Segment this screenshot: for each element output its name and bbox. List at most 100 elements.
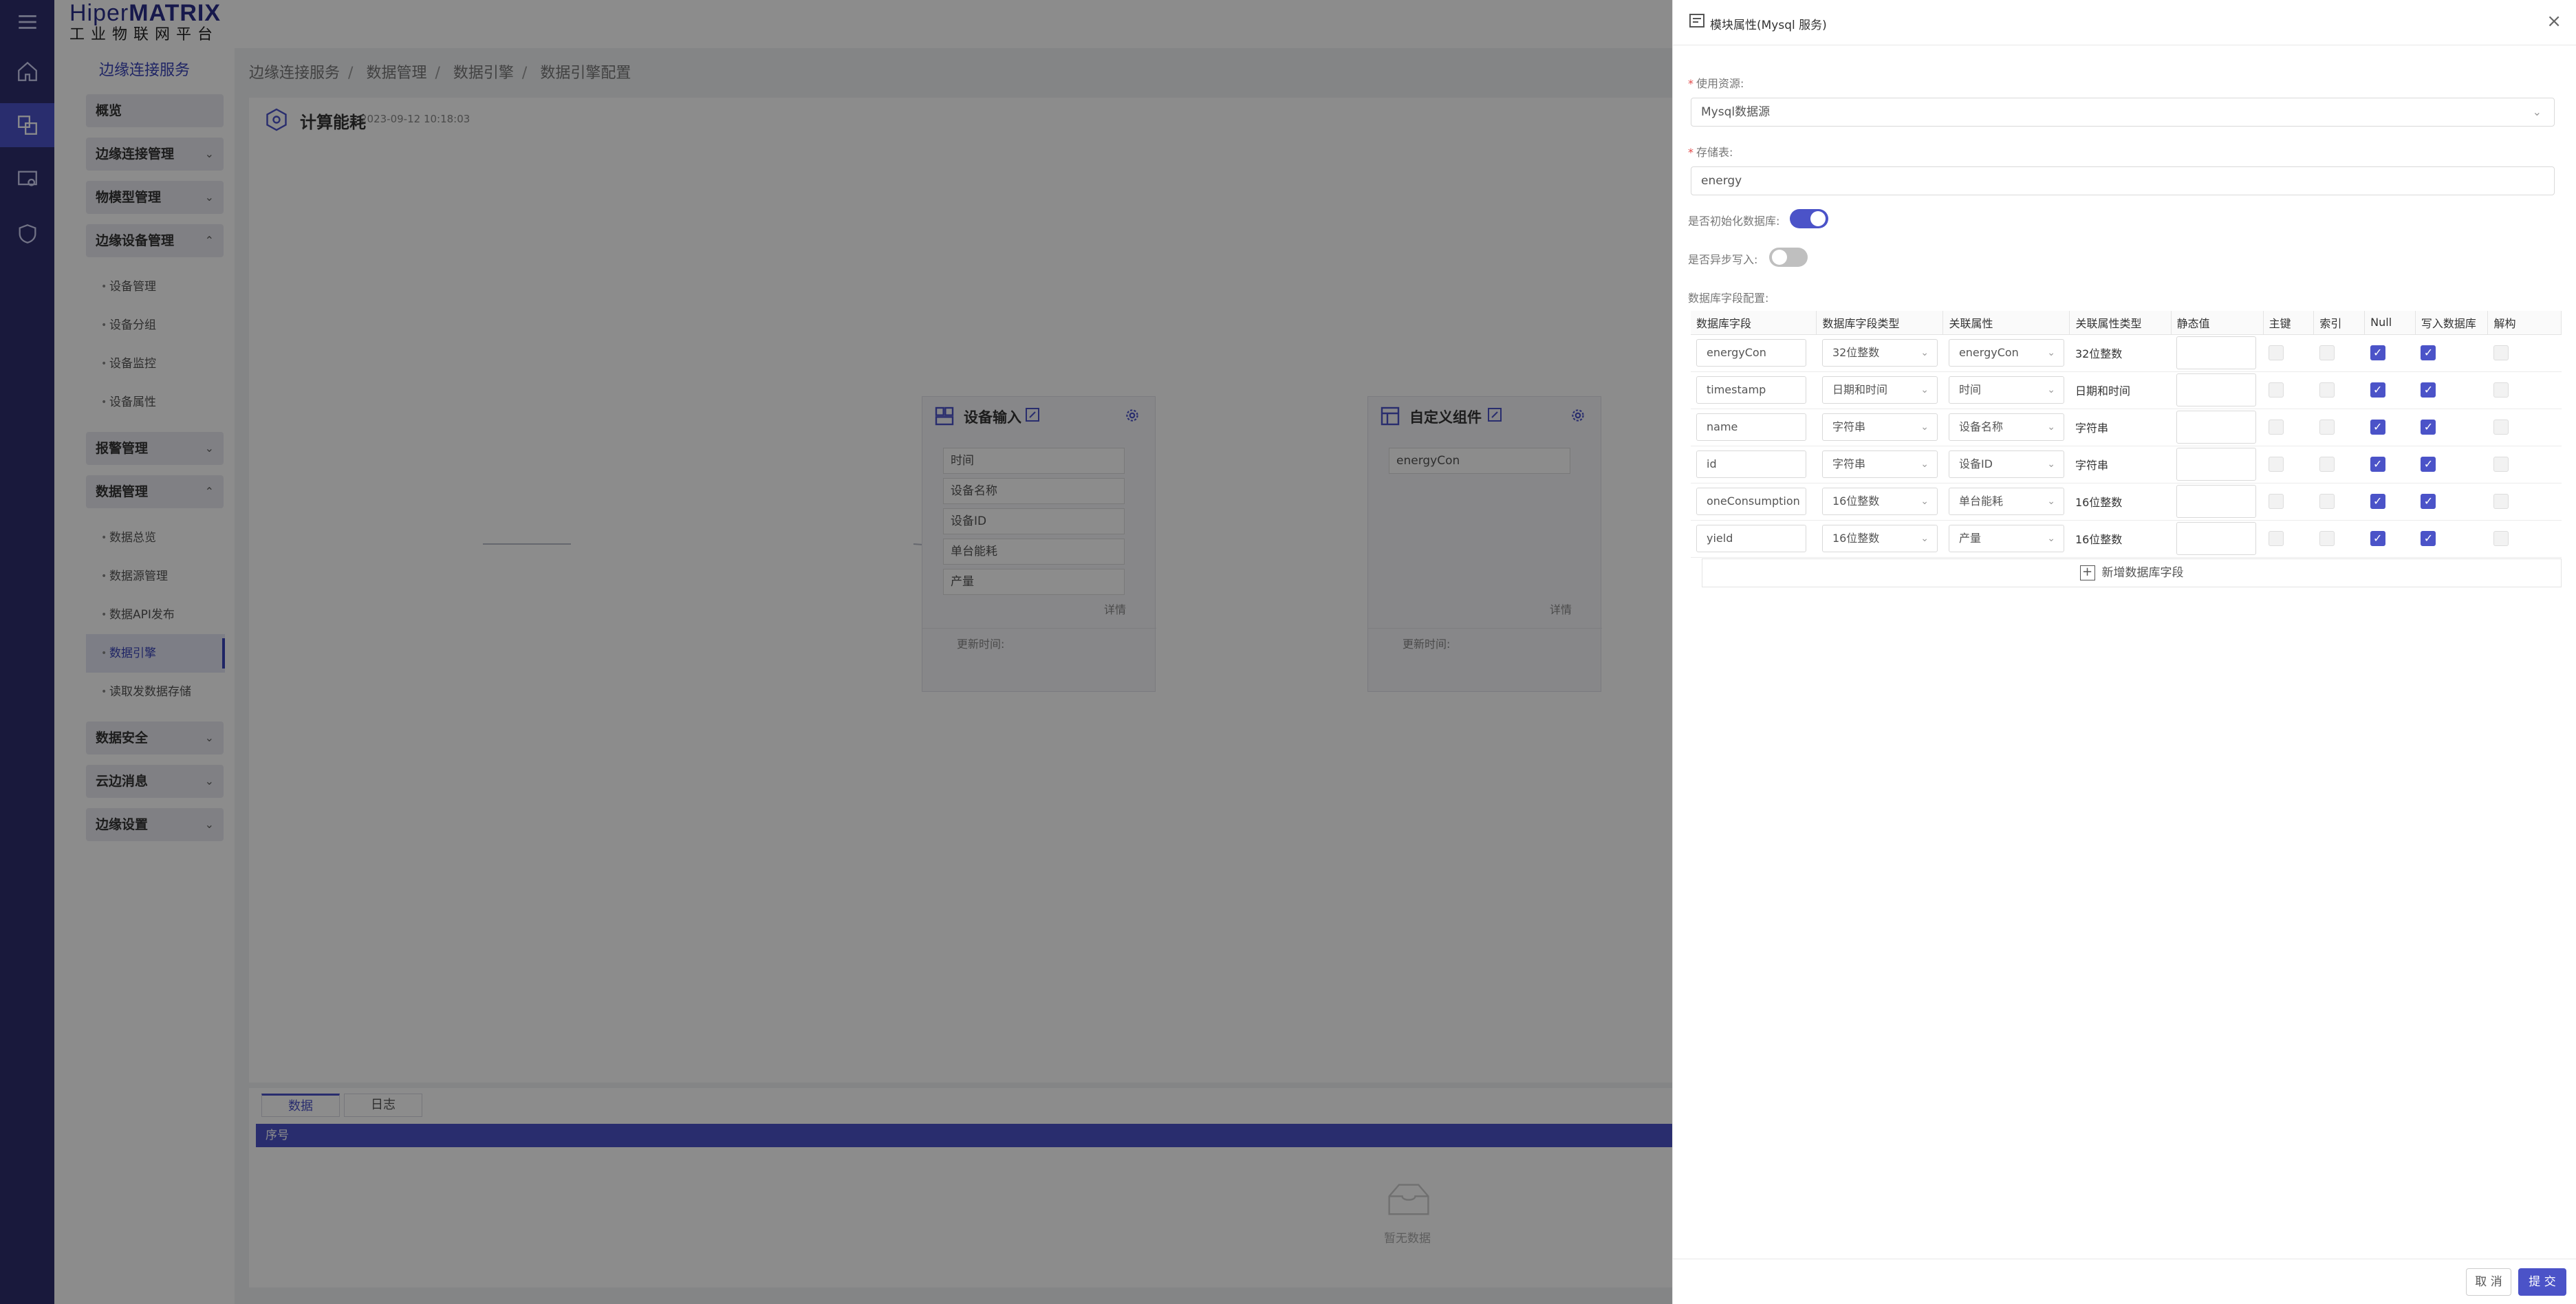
table-row: id 字符串 ⌄ 设备ID ⌄ 字符串 ✓ ✓	[1691, 446, 2562, 483]
attr-value: 时间	[1958, 383, 1981, 396]
fields-config-label: 数据库字段配置:	[1688, 292, 1769, 305]
null-checkbox[interactable]: ✓	[2370, 382, 2385, 398]
static-value-input[interactable]	[2176, 373, 2257, 406]
col-header: 主键	[2263, 311, 2315, 335]
table-header-row: 数据库字段 数据库字段类型 关联属性 关联属性类型 静态值 主键 索引 Null…	[1691, 311, 2562, 335]
toggle-knob	[1772, 250, 1787, 265]
col-header: 解构	[2487, 311, 2562, 335]
attr-type-text: 日期和时间	[2069, 371, 2172, 409]
modal-overlay[interactable]	[0, 0, 1672, 1304]
attr-type-text: 字符串	[2069, 409, 2172, 446]
static-value-input[interactable]	[2176, 448, 2257, 481]
null-checkbox[interactable]: ✓	[2370, 531, 2385, 546]
attr-value: 设备ID	[1958, 457, 1993, 470]
destructure-checkbox	[2493, 345, 2509, 360]
required-mark: *	[1688, 77, 1693, 90]
write-db-checkbox[interactable]: ✓	[2421, 345, 2436, 360]
attr-select[interactable]: 设备名称 ⌄	[1948, 413, 2064, 441]
field-name-input[interactable]: id	[1696, 450, 1806, 478]
static-value-input[interactable]	[2176, 336, 2257, 369]
submit-button[interactable]: 提 交	[2518, 1268, 2566, 1296]
init-db-toggle[interactable]	[1790, 209, 1828, 228]
static-value-input[interactable]	[2176, 522, 2257, 555]
attr-select[interactable]: 时间 ⌄	[1948, 376, 2064, 404]
col-header: Null	[2364, 311, 2416, 335]
table-row: yield 16位整数 ⌄ 产量 ⌄ 16位整数 ✓ ✓	[1691, 520, 2562, 558]
attr-select[interactable]: 产量 ⌄	[1948, 525, 2064, 552]
write-db-checkbox[interactable]: ✓	[2421, 457, 2436, 472]
static-value-input[interactable]	[2176, 411, 2257, 444]
null-checkbox[interactable]: ✓	[2370, 345, 2385, 360]
table-row: energyCon 32位整数 ⌄ energyCon ⌄ 32位整数 ✓ ✓	[1691, 334, 2562, 372]
add-field-button[interactable]: + 新增数据库字段	[1702, 558, 2562, 587]
write-db-checkbox[interactable]: ✓	[2421, 531, 2436, 546]
attr-type-text: 32位整数	[2069, 334, 2172, 372]
write-db-checkbox[interactable]: ✓	[2421, 494, 2436, 509]
field-type-value: 16位整数	[1832, 495, 1880, 508]
chevron-down-icon: ⌄	[1920, 422, 1929, 433]
attr-type-text: 16位整数	[2069, 520, 2172, 558]
field-name-input[interactable]: name	[1696, 413, 1806, 441]
source-select[interactable]: Mysql数据源 ⌄	[1691, 98, 2555, 127]
add-field-label: 新增数据库字段	[2101, 566, 2184, 580]
field-name-input[interactable]: yield	[1696, 525, 1806, 552]
chevron-down-icon: ⌄	[2047, 496, 2055, 507]
write-db-checkbox[interactable]: ✓	[2421, 382, 2436, 398]
index-checkbox[interactable]	[2319, 457, 2335, 472]
col-header: 数据库字段类型	[1816, 311, 1944, 335]
index-checkbox[interactable]	[2319, 345, 2335, 360]
write-db-checkbox[interactable]: ✓	[2421, 420, 2436, 435]
index-checkbox[interactable]	[2319, 382, 2335, 398]
destructure-checkbox	[2493, 382, 2509, 398]
attr-select[interactable]: 单台能耗 ⌄	[1948, 488, 2064, 515]
db-fields-table: 数据库字段 数据库字段类型 关联属性 关联属性类型 静态值 主键 索引 Null…	[1691, 311, 2562, 558]
storage-table-input[interactable]: energy	[1691, 166, 2555, 195]
primary-key-checkbox[interactable]	[2269, 457, 2284, 472]
async-write-toggle[interactable]	[1769, 248, 1808, 267]
null-checkbox[interactable]: ✓	[2370, 420, 2385, 435]
primary-key-checkbox[interactable]	[2269, 531, 2284, 546]
storage-table-value: energy	[1701, 174, 1742, 188]
attr-select[interactable]: 设备ID ⌄	[1948, 450, 2064, 478]
attr-value: 单台能耗	[1958, 495, 2003, 508]
index-checkbox[interactable]	[2319, 494, 2335, 509]
field-type-select[interactable]: 字符串 ⌄	[1821, 450, 1938, 478]
index-checkbox[interactable]	[2319, 531, 2335, 546]
primary-key-checkbox[interactable]	[2269, 494, 2284, 509]
drawer-title: 模块属性(Mysql 服务)	[1710, 19, 1827, 32]
close-icon[interactable]: ×	[2546, 11, 2562, 32]
col-header: 数据库字段	[1691, 311, 1817, 335]
null-checkbox[interactable]: ✓	[2370, 457, 2385, 472]
attr-value: energyCon	[1958, 346, 2019, 359]
chevron-down-icon: ⌄	[2532, 105, 2542, 118]
static-value-input[interactable]	[2176, 485, 2257, 518]
attr-value: 产量	[1958, 532, 1981, 545]
field-type-select[interactable]: 16位整数 ⌄	[1821, 525, 1938, 552]
index-checkbox[interactable]	[2319, 420, 2335, 435]
cancel-button[interactable]: 取 消	[2466, 1268, 2511, 1296]
attr-select[interactable]: energyCon ⌄	[1948, 339, 2064, 367]
field-type-select[interactable]: 字符串 ⌄	[1821, 413, 1938, 441]
source-label-text: 使用资源:	[1696, 77, 1744, 90]
primary-key-checkbox[interactable]	[2269, 382, 2284, 398]
required-mark: *	[1688, 146, 1693, 159]
primary-key-checkbox[interactable]	[2269, 420, 2284, 435]
field-name-input[interactable]: oneConsumption	[1696, 488, 1806, 515]
null-checkbox[interactable]: ✓	[2370, 494, 2385, 509]
add-icon: +	[2079, 565, 2095, 580]
field-name-input[interactable]: energyCon	[1696, 339, 1806, 367]
primary-key-checkbox[interactable]	[2269, 345, 2284, 360]
destructure-checkbox	[2493, 531, 2509, 546]
init-db-label: 是否初始化数据库:	[1688, 215, 1780, 228]
col-header: 写入数据库	[2415, 311, 2489, 335]
chevron-down-icon: ⌄	[2047, 533, 2055, 544]
field-type-select[interactable]: 16位整数 ⌄	[1821, 488, 1938, 515]
field-type-value: 字符串	[1832, 457, 1865, 470]
field-type-select[interactable]: 日期和时间 ⌄	[1821, 376, 1938, 404]
field-name-input[interactable]: timestamp	[1696, 376, 1806, 404]
field-type-value: 日期和时间	[1832, 383, 1887, 396]
field-type-select[interactable]: 32位整数 ⌄	[1821, 339, 1938, 367]
chevron-down-icon: ⌄	[1920, 347, 1929, 358]
chevron-down-icon: ⌄	[2047, 347, 2055, 358]
chevron-down-icon: ⌄	[2047, 459, 2055, 470]
